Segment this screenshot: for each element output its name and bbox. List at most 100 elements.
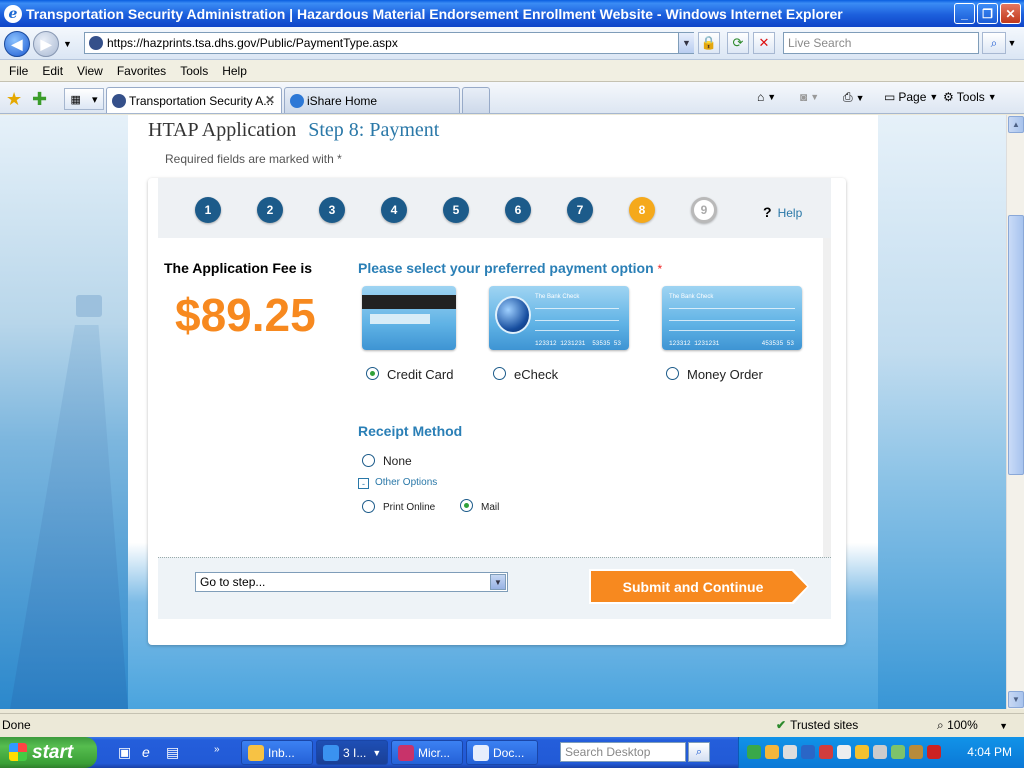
payment-option-title: Please select your preferred payment opt… bbox=[358, 260, 662, 276]
echeck-label[interactable]: eCheck bbox=[514, 367, 558, 382]
refresh-button[interactable]: ⟳ bbox=[727, 32, 749, 54]
home-button[interactable]: ⌂ ▼ bbox=[757, 90, 776, 104]
tab-list-dropdown-icon: ▾ bbox=[91, 93, 98, 106]
receipt-none-label[interactable]: None bbox=[383, 454, 412, 468]
money-order-label[interactable]: Money Order bbox=[687, 367, 763, 382]
taskbar-ie-group[interactable]: 3 I... ▼ bbox=[316, 740, 388, 765]
scroll-down-button[interactable]: ▼ bbox=[1008, 691, 1024, 708]
favorites-star-icon[interactable]: ★ bbox=[6, 89, 22, 110]
dhs-seal-icon bbox=[112, 94, 126, 108]
echeck-bank-name: The Bank Check bbox=[535, 294, 580, 300]
echeck-image[interactable]: The Bank Check 123312 1231231 53535 53 bbox=[489, 286, 629, 350]
fee-label: The Application Fee is bbox=[164, 260, 313, 276]
address-toolbar: ◀ ▶ ▼ https://hazprints.tsa.dhs.gov/Publ… bbox=[0, 27, 1024, 60]
security-lock-icon[interactable]: 🔒 bbox=[698, 32, 720, 54]
print-button[interactable]: ⎙ ▼ bbox=[843, 90, 865, 105]
menu-file[interactable]: File bbox=[4, 64, 37, 78]
mail-tray-icon[interactable] bbox=[765, 745, 779, 759]
money-order-numbers-2: 453535 53 bbox=[761, 340, 794, 347]
forward-button[interactable]: ▶ bbox=[33, 31, 59, 57]
quick-tabs-icon: ▦ bbox=[70, 93, 81, 106]
search-options-dropdown[interactable]: ▼ bbox=[1006, 32, 1018, 54]
close-window-button[interactable]: ✕ bbox=[1000, 3, 1021, 24]
back-button[interactable]: ◀ bbox=[4, 31, 30, 57]
address-dropdown[interactable]: ▼ bbox=[678, 33, 694, 53]
search-icon[interactable]: ⌕ bbox=[688, 742, 710, 762]
desktop-search-input[interactable]: Search Desktop bbox=[560, 742, 686, 762]
security-zone[interactable]: ✔ Trusted sites bbox=[776, 718, 858, 732]
shield-icon[interactable] bbox=[927, 745, 941, 759]
taskbar-microsoft[interactable]: Micr... bbox=[391, 740, 463, 765]
vertical-scrollbar[interactable]: ▲ ▼ bbox=[1006, 115, 1024, 709]
menu-view[interactable]: View bbox=[72, 64, 112, 78]
start-button[interactable]: start bbox=[0, 737, 97, 768]
ie-quicklaunch-icon[interactable]: e bbox=[142, 744, 150, 760]
address-field[interactable]: https://hazprints.tsa.dhs.gov/Public/Pay… bbox=[84, 32, 694, 54]
close-tab-icon[interactable]: ✕ bbox=[265, 93, 275, 107]
tool-tray-icon[interactable] bbox=[909, 745, 923, 759]
volume-icon[interactable] bbox=[891, 745, 905, 759]
show-desktop-icon[interactable]: ▣ bbox=[118, 744, 131, 761]
help-link[interactable]: ? Help bbox=[763, 204, 802, 220]
search-icon[interactable]: ⌕ bbox=[982, 32, 1006, 54]
receipt-mail-label[interactable]: Mail bbox=[481, 502, 499, 513]
recent-pages-dropdown[interactable]: ▼ bbox=[63, 39, 72, 49]
other-options-toggle[interactable]: - bbox=[358, 478, 369, 489]
tab-ishare[interactable]: iShare Home bbox=[284, 87, 460, 113]
menu-favorites[interactable]: Favorites bbox=[112, 64, 175, 78]
echeck-radio[interactable] bbox=[493, 367, 506, 380]
menu-bar: File Edit View Favorites Tools Help bbox=[0, 60, 1024, 82]
step-1-button[interactable]: 1 bbox=[195, 197, 221, 223]
add-favorite-icon[interactable]: ✚ bbox=[32, 89, 47, 110]
step-6-button[interactable]: 6 bbox=[505, 197, 531, 223]
echeck-numbers: 123312 1231231 bbox=[535, 340, 586, 347]
step-2-button[interactable]: 2 bbox=[257, 197, 283, 223]
chevron-down-icon: ▼ bbox=[767, 92, 777, 102]
live-search-input[interactable]: Live Search bbox=[783, 32, 979, 54]
antivirus-icon[interactable] bbox=[819, 745, 833, 759]
go-to-step-select[interactable]: Go to step... ▼ bbox=[195, 572, 508, 592]
minimize-button[interactable]: _ bbox=[954, 3, 975, 24]
address-url: https://hazprints.tsa.dhs.gov/Public/Pay… bbox=[107, 36, 398, 50]
zoom-level[interactable]: ⌕ 100% ▼ bbox=[937, 718, 1008, 733]
page-menu-button[interactable]: ▭ Page ▼ bbox=[884, 90, 938, 104]
step-4-button[interactable]: 4 bbox=[381, 197, 407, 223]
step-7-button[interactable]: 7 bbox=[567, 197, 593, 223]
money-order-radio[interactable] bbox=[666, 367, 679, 380]
stop-button[interactable]: ✕ bbox=[753, 32, 775, 54]
restore-button[interactable]: ❐ bbox=[977, 3, 998, 24]
cc-icon[interactable] bbox=[783, 745, 797, 759]
menu-edit[interactable]: Edit bbox=[37, 64, 72, 78]
taskbar-document[interactable]: Doc... bbox=[466, 740, 538, 765]
step-3-button[interactable]: 3 bbox=[319, 197, 345, 223]
scroll-up-button[interactable]: ▲ bbox=[1008, 116, 1024, 133]
search-tray-icon[interactable] bbox=[801, 745, 815, 759]
quicklaunch-more-icon[interactable]: » bbox=[214, 744, 220, 755]
feeds-button[interactable]: ◙ ▼ bbox=[800, 90, 819, 104]
credit-card-radio[interactable] bbox=[366, 367, 379, 380]
submit-continue-button[interactable]: Submit and Continue bbox=[591, 571, 807, 602]
credit-card-image[interactable] bbox=[362, 286, 456, 350]
step-5-button[interactable]: 5 bbox=[443, 197, 469, 223]
settings-tray-icon[interactable] bbox=[837, 745, 851, 759]
excel-quicklaunch-icon[interactable]: ▤ bbox=[166, 744, 179, 761]
quick-tabs-button[interactable]: ▦ ▾ bbox=[64, 88, 104, 110]
tab-tsa[interactable]: Transportation Security A... ✕ bbox=[106, 87, 282, 113]
new-tab-button[interactable] bbox=[462, 87, 490, 113]
credit-card-label[interactable]: Credit Card bbox=[387, 367, 453, 382]
device-icon[interactable] bbox=[873, 745, 887, 759]
tools-menu-button[interactable]: ⚙ Tools ▼ bbox=[943, 90, 997, 104]
scroll-thumb[interactable] bbox=[1008, 215, 1024, 475]
messenger-icon[interactable] bbox=[855, 745, 869, 759]
receipt-none-radio[interactable] bbox=[362, 454, 375, 467]
receipt-mail-radio[interactable] bbox=[460, 499, 473, 512]
network-icon[interactable] bbox=[747, 745, 761, 759]
menu-help[interactable]: Help bbox=[217, 64, 256, 78]
receipt-print-label[interactable]: Print Online bbox=[383, 502, 435, 513]
taskbar-outlook[interactable]: Inb... bbox=[241, 740, 313, 765]
other-options-link[interactable]: Other Options bbox=[375, 477, 437, 488]
menu-tools[interactable]: Tools bbox=[175, 64, 217, 78]
money-order-image[interactable]: The Bank Check 123312 1231231 453535 53 bbox=[662, 286, 802, 350]
receipt-print-radio[interactable] bbox=[362, 500, 375, 513]
background-sky-right bbox=[878, 115, 1006, 709]
